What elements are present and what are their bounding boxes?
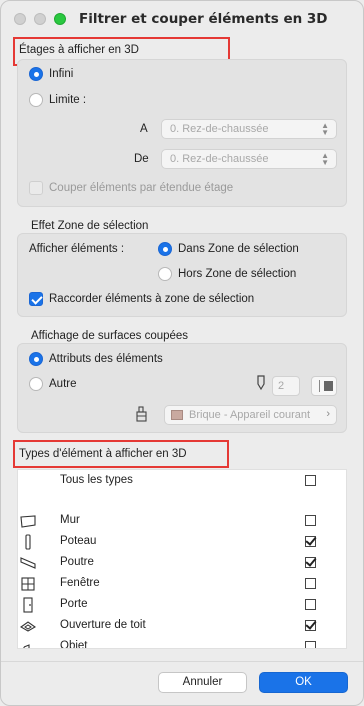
inside-selection-label: Dans Zone de sélection (178, 243, 299, 255)
outside-selection-label: Hors Zone de sélection (178, 268, 297, 280)
list-item-all-types[interactable]: Tous les types (18, 471, 346, 492)
other-radio[interactable] (29, 377, 43, 391)
list-item[interactable]: Porte (18, 595, 346, 616)
wall-icon (20, 515, 36, 528)
chevron-right-icon: › (326, 408, 330, 420)
type-label: Poutre (60, 556, 94, 568)
type-checkbox[interactable] (305, 557, 316, 568)
footer-divider (1, 661, 363, 662)
connect-selection-checkbox[interactable] (29, 292, 43, 306)
to-label: De (134, 153, 149, 165)
type-label: Mur (60, 514, 80, 526)
cut-by-floor-checkbox[interactable] (29, 181, 43, 195)
inside-selection-radio[interactable] (158, 242, 172, 256)
list-item[interactable]: Poutre (18, 553, 346, 574)
pen-icon (257, 375, 265, 391)
list-item[interactable]: Ouverture de toit (18, 616, 346, 637)
type-checkbox[interactable] (305, 536, 316, 547)
from-floor-select[interactable]: 0. Rez-de-chaussée ▲ ▼ (161, 119, 337, 139)
type-label: Porte (60, 598, 88, 610)
list-item[interactable]: Mur (18, 511, 346, 532)
all-types-checkbox[interactable] (305, 475, 316, 486)
type-label: Fenêtre (60, 577, 100, 589)
list-item[interactable]: Objet (18, 637, 346, 649)
door-icon (23, 597, 33, 613)
type-checkbox[interactable] (305, 515, 316, 526)
types-heading: Types d'élément à afficher en 3D (19, 448, 187, 460)
minimize-window-button[interactable] (34, 13, 46, 25)
type-label: Ouverture de toit (60, 619, 146, 631)
limit-label: Limite : (49, 94, 87, 106)
from-floor-value: 0. Rez-de-chaussée (170, 123, 269, 135)
type-checkbox[interactable] (305, 599, 316, 610)
ok-button[interactable]: OK (259, 672, 348, 693)
outside-selection-radio[interactable] (158, 267, 172, 281)
beam-icon (20, 557, 36, 569)
to-floor-value: 0. Rez-de-chaussée (170, 153, 269, 165)
column-icon (25, 534, 31, 550)
other-label: Autre (49, 378, 77, 390)
cut-by-floor-label: Couper éléments par étendue étage (49, 182, 234, 194)
connect-selection-label: Raccorder éléments à zone de sélection (49, 293, 255, 305)
close-window-button[interactable] (14, 13, 26, 25)
pen-number-field[interactable]: 2 (272, 376, 300, 396)
window-icon (21, 577, 35, 591)
title-bar: Filtrer et couper éléments en 3D (1, 1, 363, 37)
window-title: Filtrer et couper éléments en 3D (79, 11, 328, 27)
stepper-arrows-icon: ▲ ▼ (321, 121, 329, 137)
type-checkbox[interactable] (305, 578, 316, 589)
element-types-list[interactable]: Tous les types Mur Poteau Poutre Fenêtre… (17, 469, 347, 649)
type-checkbox[interactable] (305, 641, 316, 648)
cancel-button[interactable]: Annuler (158, 672, 247, 693)
infinite-label: Infini (49, 68, 74, 80)
floors-heading: Étages à afficher en 3D (19, 44, 139, 56)
surface-material-value: Brique - Appareil courant (189, 409, 311, 421)
limit-radio[interactable] (29, 93, 43, 107)
dialog-window: Filtrer et couper éléments en 3D Étages … (0, 0, 364, 706)
stepper-arrows-icon: ▲ ▼ (321, 151, 329, 167)
type-label: Poteau (60, 535, 97, 547)
type-label: Objet (60, 640, 88, 649)
object-icon (23, 644, 30, 648)
element-attributes-label: Attributs des éléments (49, 353, 163, 365)
roof-opening-icon (20, 621, 36, 632)
element-attributes-radio[interactable] (29, 352, 43, 366)
pen-divider (319, 380, 320, 392)
pen-number-value: 2 (278, 380, 285, 392)
cut-surfaces-heading: Affichage de surfaces coupées (31, 330, 189, 342)
show-elements-label: Afficher éléments : (29, 243, 125, 255)
surface-material-select[interactable]: Brique - Appareil courant › (164, 405, 337, 425)
list-item[interactable]: Poteau (18, 532, 346, 553)
pen-color-swatch (324, 381, 333, 391)
list-item[interactable]: Fenêtre (18, 574, 346, 595)
pen-color-button[interactable] (311, 376, 337, 396)
material-swatch (171, 410, 183, 420)
infinite-radio[interactable] (29, 67, 43, 81)
fill-bucket-icon (136, 406, 147, 422)
selection-heading: Effet Zone de sélection (31, 220, 149, 232)
all-types-label: Tous les types (60, 474, 133, 486)
to-floor-select[interactable]: 0. Rez-de-chaussée ▲ ▼ (161, 149, 337, 169)
type-checkbox[interactable] (305, 620, 316, 631)
zoom-window-button[interactable] (54, 13, 66, 25)
from-label: A (140, 123, 148, 135)
